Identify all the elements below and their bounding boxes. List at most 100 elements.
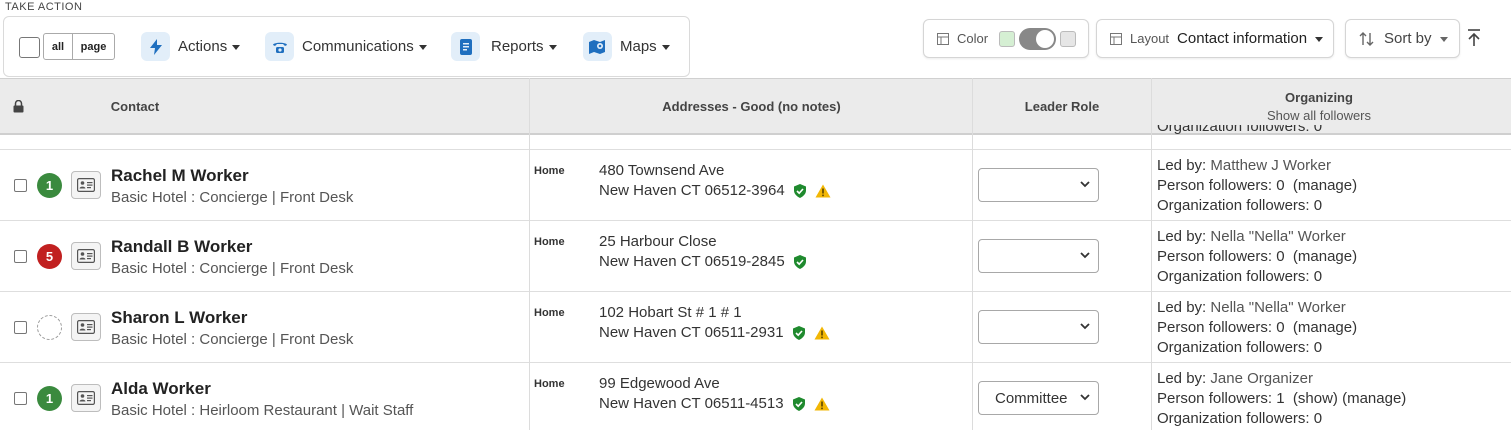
address-line1: 480 Townsend Ave	[599, 162, 725, 179]
sort-by-dropdown[interactable]: Sort by	[1345, 19, 1460, 58]
table-row: Sharon L Worker Basic Hotel : Concierge …	[0, 292, 1511, 363]
show-all-followers-link[interactable]: Show all followers	[1267, 108, 1371, 123]
contact-employment: Basic Hotel : Concierge | Front Desk	[111, 189, 354, 206]
contact-name[interactable]: Alda Worker	[111, 379, 211, 399]
actions-menu-button[interactable]: Actions	[141, 31, 241, 62]
reports-menu-button[interactable]: Reports	[451, 31, 557, 62]
communications-menu-button[interactable]: Communications	[265, 31, 427, 62]
column-header-addresses[interactable]: Addresses - Good (no notes)	[530, 79, 973, 134]
table-row: 5 Randall B Worker Basic Hotel : Concier…	[0, 221, 1511, 292]
sort-icon	[1359, 31, 1374, 46]
address-line2-text: New Haven CT 06519-2845	[599, 253, 785, 270]
person-followers-links[interactable]: (show) (manage)	[1293, 390, 1406, 407]
column-divider	[972, 78, 973, 430]
led-by-label: Led by:	[1157, 157, 1207, 174]
led-by-name[interactable]: Matthew J Worker	[1210, 157, 1331, 174]
warning-icon	[814, 326, 830, 339]
color-swatch-on	[999, 30, 1016, 47]
contact-score-badge: 1	[37, 173, 62, 198]
row-checkbox[interactable]	[14, 250, 27, 263]
chevron-down-icon	[418, 45, 427, 50]
organizing-info: Led by: Jane Organizer Person followers:…	[1157, 369, 1406, 429]
person-followers-links[interactable]: (manage)	[1293, 177, 1357, 194]
led-by-name[interactable]: Nella "Nella" Worker	[1210, 228, 1345, 245]
address-line2-text: New Haven CT 06511-4513	[599, 395, 784, 412]
table-row: 1 Alda Worker Basic Hotel : Heirloom Res…	[0, 363, 1511, 430]
take-action-label: TAKE ACTION	[5, 1, 83, 13]
chevron-down-icon	[232, 45, 241, 50]
org-followers: Organization followers: 0	[1157, 339, 1323, 356]
leader-role-value: Committee	[995, 389, 1068, 407]
column-divider	[529, 78, 530, 430]
layout-label: Layout	[1130, 31, 1170, 46]
leader-role-select[interactable]	[978, 168, 1099, 202]
contact-card-icon[interactable]	[71, 384, 101, 412]
lightning-icon	[141, 32, 170, 61]
person-followers-links[interactable]: (manage)	[1293, 248, 1357, 265]
person-followers-links[interactable]: (manage)	[1293, 319, 1357, 336]
layout-value: Contact information	[1177, 30, 1308, 47]
address-line2-text: New Haven CT 06511-2931	[599, 324, 784, 341]
led-by-label: Led by:	[1157, 228, 1207, 245]
address-type: Home	[534, 307, 565, 319]
row-checkbox[interactable]	[14, 392, 27, 405]
person-followers: Person followers: 1	[1157, 390, 1285, 407]
contact-name[interactable]: Sharon L Worker	[111, 308, 247, 328]
color-toggle-switch[interactable]	[1019, 27, 1057, 50]
address-type: Home	[534, 236, 565, 248]
contact-score-badge: 1	[37, 386, 62, 411]
partial-org-followers: Organization followers: 0	[1157, 125, 1322, 137]
contact-name[interactable]: Rachel M Worker	[111, 166, 249, 186]
contact-card-icon[interactable]	[71, 313, 101, 341]
leader-role-select[interactable]	[978, 310, 1099, 344]
maps-menu-label: Maps	[620, 38, 657, 55]
address-line1: 25 Harbour Close	[599, 233, 717, 250]
sort-by-label: Sort by	[1384, 30, 1432, 47]
verified-shield-icon	[792, 325, 805, 340]
chevron-down-icon	[1315, 37, 1324, 42]
select-page-button[interactable]: page	[72, 33, 115, 60]
contact-score-badge: 5	[37, 244, 62, 269]
select-all-button[interactable]: all	[43, 33, 73, 60]
verified-shield-icon	[792, 396, 805, 411]
address-line1: 99 Edgewood Ave	[599, 375, 720, 392]
table-icon	[937, 32, 949, 45]
contact-employment: Basic Hotel : Concierge | Front Desk	[111, 331, 354, 348]
led-by-name[interactable]: Jane Organizer	[1210, 370, 1313, 387]
leader-role-select[interactable]	[978, 239, 1099, 273]
maps-menu-button[interactable]: Maps	[583, 31, 670, 62]
organizing-info: Led by: Nella "Nella" Worker Person foll…	[1157, 227, 1357, 287]
verified-shield-icon	[793, 254, 806, 269]
person-followers: Person followers: 0	[1157, 319, 1285, 336]
address-line2: New Haven CT 06511-4513	[599, 395, 830, 412]
organizing-title: Organizing	[1285, 90, 1353, 105]
address-line1: 102 Hobart St # 1 # 1	[599, 304, 742, 321]
person-followers: Person followers: 0	[1157, 177, 1285, 194]
color-toggle-control[interactable]: Color	[923, 19, 1089, 58]
contact-card-icon[interactable]	[71, 242, 101, 270]
org-followers: Organization followers: 0	[1157, 268, 1323, 285]
address-line2: New Haven CT 06511-2931	[599, 324, 830, 341]
communications-menu-label: Communications	[302, 38, 414, 55]
color-swatch-off	[1060, 30, 1077, 47]
column-header-contact[interactable]: Contact	[40, 79, 230, 134]
column-header-leader-role[interactable]: Leader Role	[973, 79, 1151, 134]
leader-role-select[interactable]: Committee	[978, 381, 1099, 415]
led-by-name[interactable]: Nella "Nella" Worker	[1210, 299, 1345, 316]
chevron-down-icon	[548, 45, 557, 50]
led-by-label: Led by:	[1157, 299, 1207, 316]
contact-card-icon[interactable]	[71, 171, 101, 199]
chevron-down-icon	[1080, 252, 1090, 259]
partial-org-followers-text: Organization followers: 0	[1157, 125, 1323, 135]
layout-dropdown[interactable]: Layout Contact information	[1096, 19, 1334, 58]
address-line2: New Haven CT 06519-2845	[599, 253, 806, 270]
scroll-to-top-icon[interactable]	[1466, 28, 1482, 48]
verified-shield-icon	[793, 183, 806, 198]
contact-name[interactable]: Randall B Worker	[111, 237, 252, 257]
lock-icon	[8, 79, 28, 134]
organizing-info: Led by: Matthew J Worker Person follower…	[1157, 156, 1357, 216]
select-checkbox[interactable]	[19, 37, 40, 58]
row-checkbox[interactable]	[14, 321, 27, 334]
row-checkbox[interactable]	[14, 179, 27, 192]
person-followers: Person followers: 0	[1157, 248, 1285, 265]
